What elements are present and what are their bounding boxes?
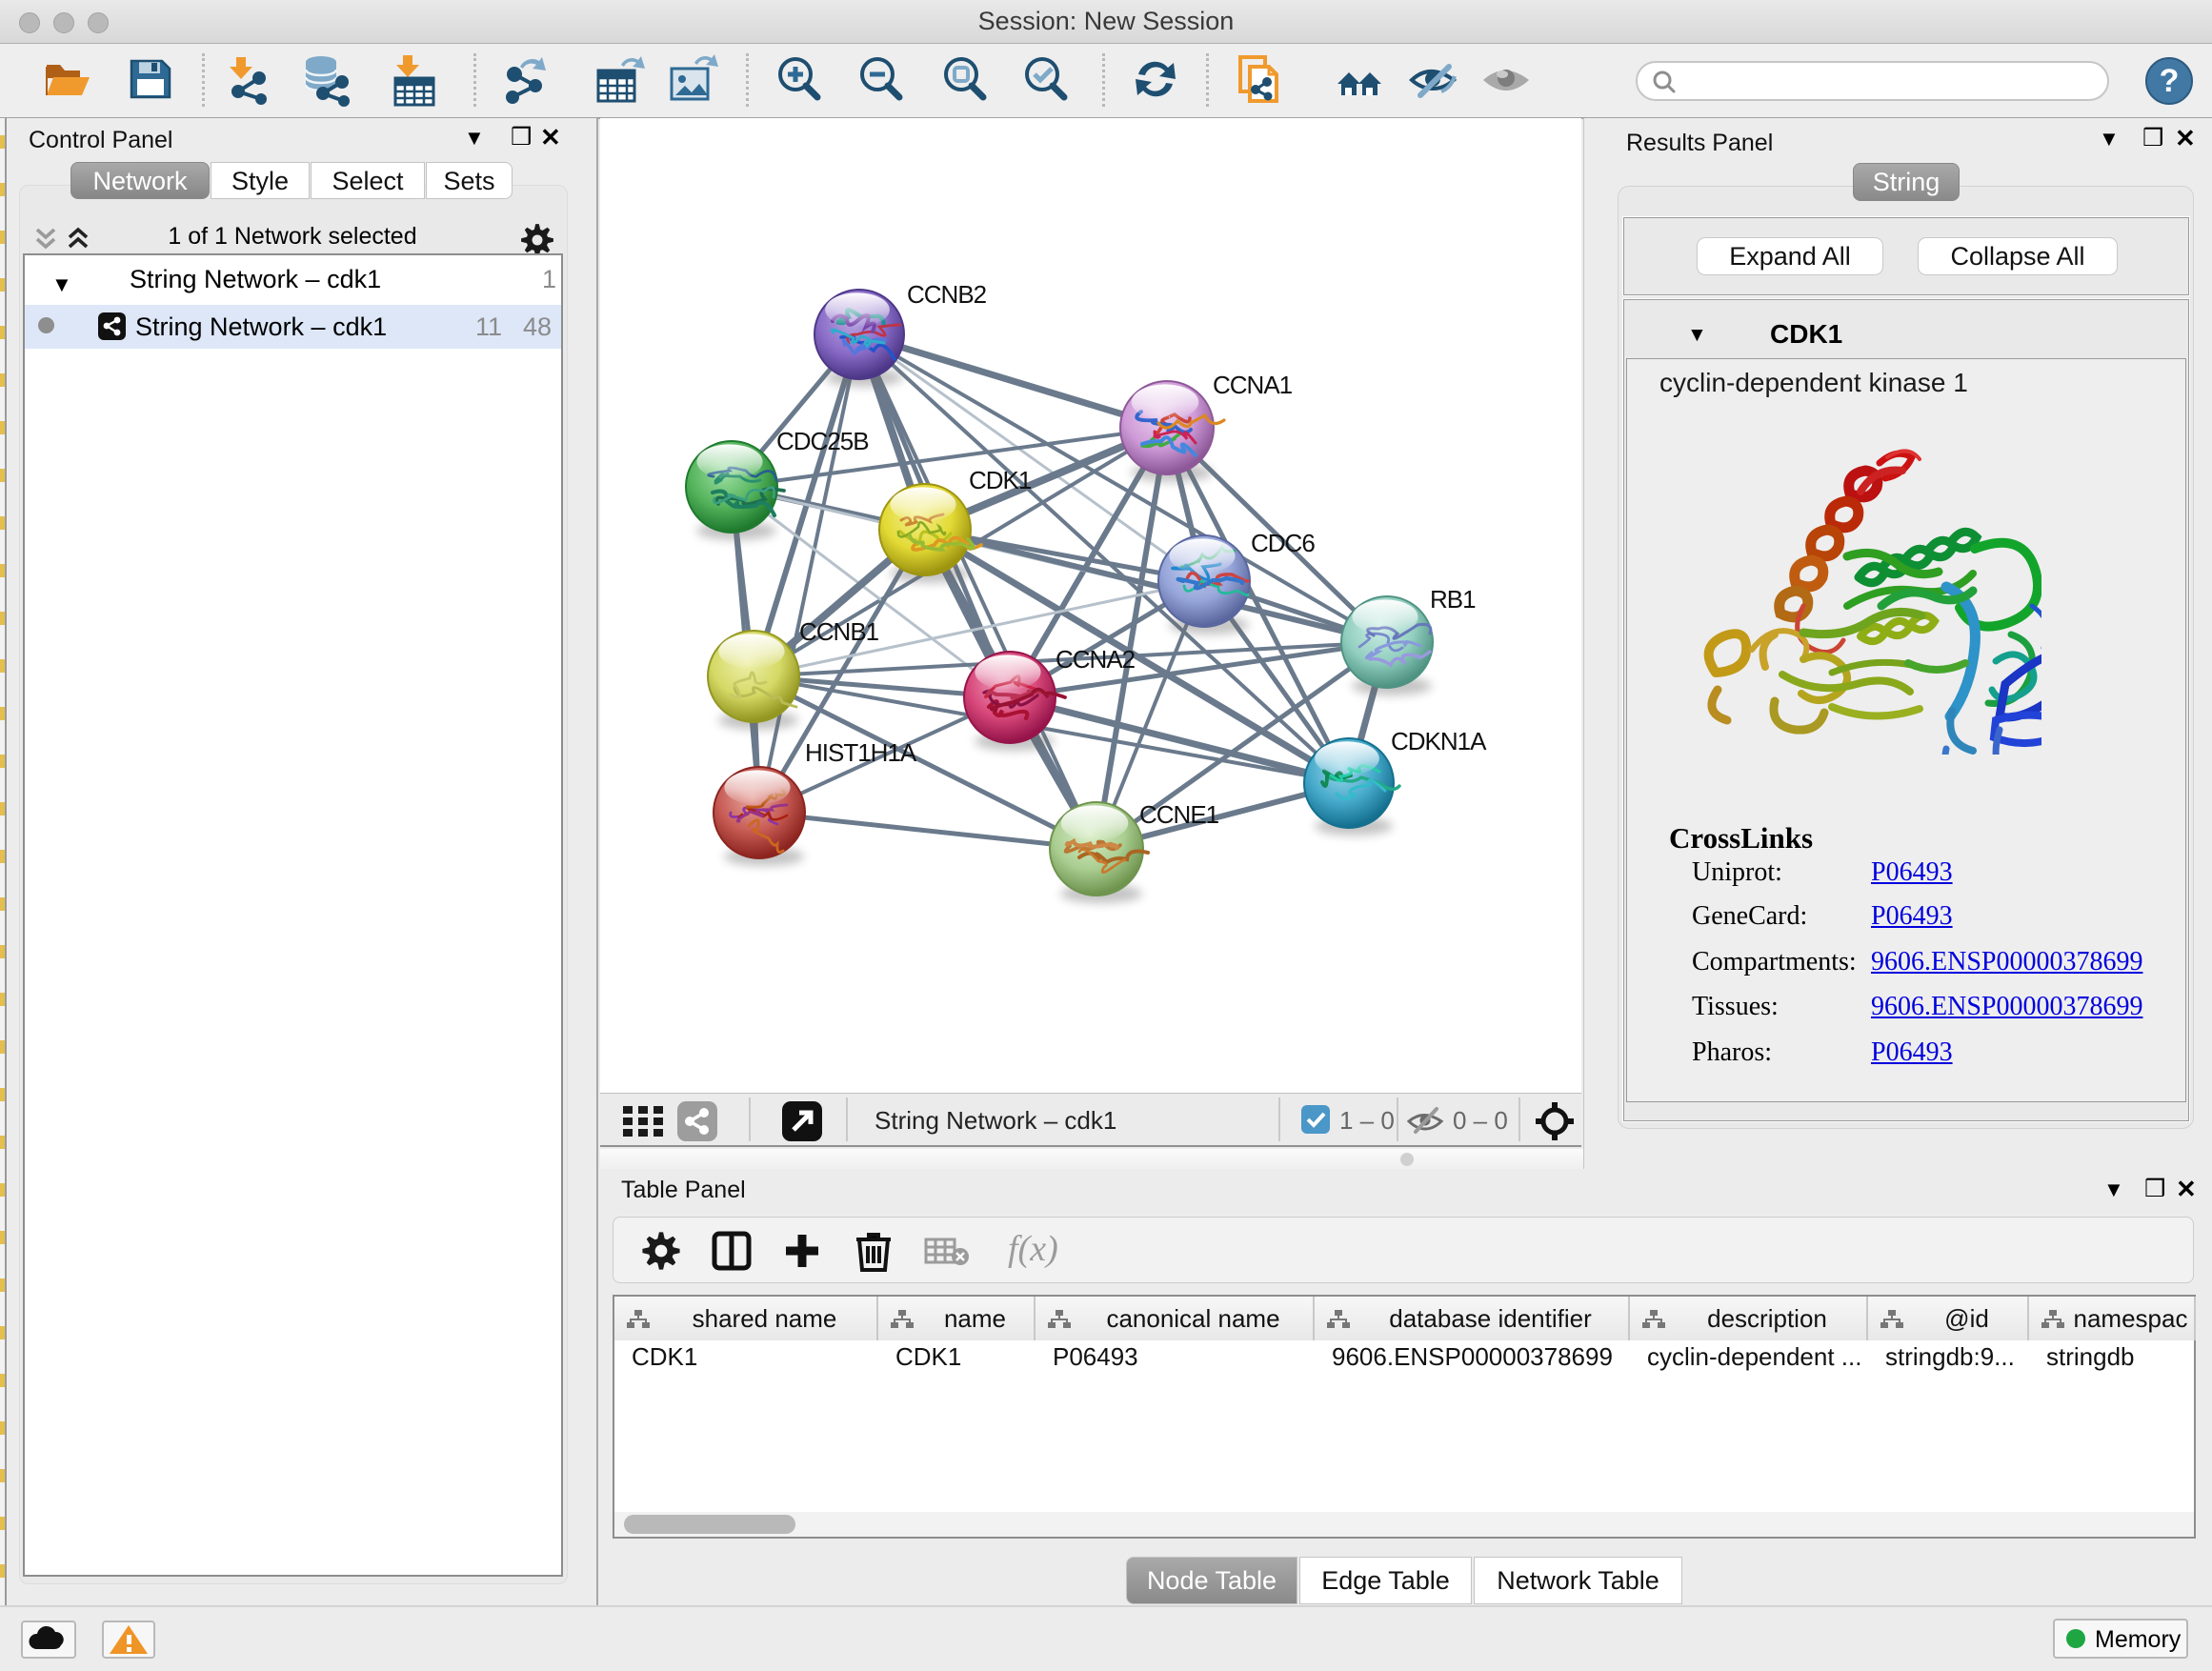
- svg-text:CDK1: CDK1: [969, 466, 1032, 494]
- svg-text:RB1: RB1: [1430, 585, 1476, 614]
- svg-text:CDC6: CDC6: [1251, 529, 1315, 557]
- svg-text:CCNA2: CCNA2: [1056, 645, 1136, 674]
- svg-text:CCNB1: CCNB1: [799, 617, 879, 646]
- svg-text:CDKN1A: CDKN1A: [1391, 727, 1487, 755]
- svg-text:CCNE1: CCNE1: [1139, 800, 1219, 829]
- svg-text:CDC25B: CDC25B: [776, 427, 869, 455]
- svg-text:CCNB2: CCNB2: [907, 280, 987, 309]
- svg-text:HIST1H1A: HIST1H1A: [805, 738, 917, 767]
- svg-text:CCNA1: CCNA1: [1213, 371, 1293, 399]
